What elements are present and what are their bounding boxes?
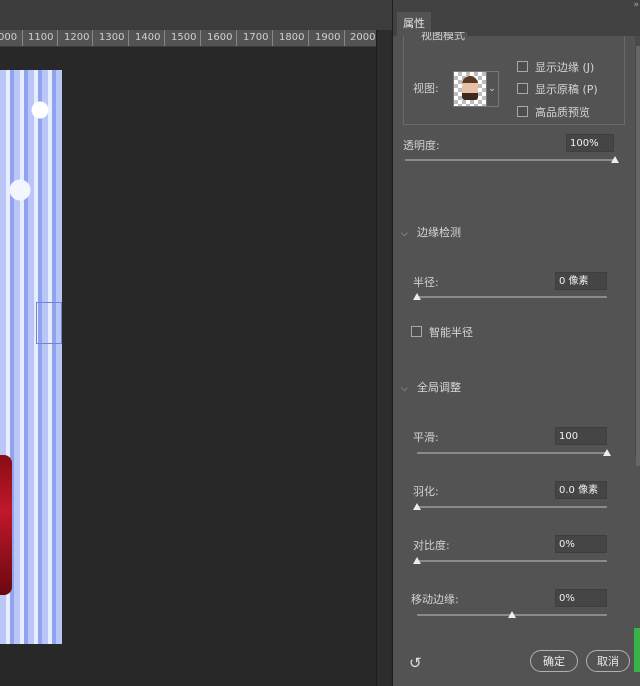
smooth-input[interactable]: 100 xyxy=(555,427,607,445)
hq-preview-checkbox[interactable] xyxy=(517,106,528,117)
ruler-label: 1100 xyxy=(28,32,54,43)
show-edge-checkbox-row[interactable]: 显示边缘 (J) xyxy=(517,59,594,75)
feather-label: 羽化: xyxy=(413,485,439,498)
ruler-label: 1500 xyxy=(171,32,197,43)
ruler-tick xyxy=(344,30,345,46)
reset-icon[interactable]: ↺ xyxy=(409,654,422,672)
radius-label: 半径: xyxy=(413,276,439,289)
view-label: 视图: xyxy=(413,82,439,95)
image-detail xyxy=(36,302,62,344)
opacity-label: 透明度: xyxy=(403,139,440,152)
smart-radius-checkbox[interactable] xyxy=(411,326,422,337)
ruler-tick xyxy=(164,30,165,46)
ruler-label: 1200 xyxy=(64,32,90,43)
ruler-label: 1800 xyxy=(279,32,305,43)
scrollbar-thumb[interactable] xyxy=(636,46,640,466)
document-canvas-image[interactable] xyxy=(0,70,62,644)
smart-radius-checkbox-row[interactable]: 智能半径 xyxy=(411,324,473,340)
ruler-tick xyxy=(308,30,309,46)
smooth-slider-track[interactable] xyxy=(417,452,607,454)
smooth-slider-thumb[interactable] xyxy=(603,449,611,456)
image-figure xyxy=(0,455,12,595)
shift-edge-input[interactable]: 0% xyxy=(555,589,607,607)
contrast-slider-thumb[interactable] xyxy=(413,557,421,564)
ruler-label: 1300 xyxy=(99,32,125,43)
properties-panel: 属性 » 视图模式 视图: ⌄ 显示边缘 (J) 显示原稿 (P) 高品质预览 … xyxy=(392,0,640,686)
panel-scrollbar[interactable] xyxy=(635,36,640,466)
global-refine-header[interactable]: ⌵ 全局调整 xyxy=(401,379,461,395)
radius-slider-track[interactable] xyxy=(417,296,607,298)
opacity-slider-track[interactable] xyxy=(405,159,615,161)
chevron-down-icon: ⌵ xyxy=(401,384,408,394)
cancel-button[interactable]: 取消 xyxy=(586,650,630,672)
smooth-label: 平滑: xyxy=(413,431,439,444)
ruler-tick xyxy=(57,30,58,46)
chevron-down-icon: ⌵ xyxy=(401,229,408,239)
ruler-tick xyxy=(128,30,129,46)
global-refine-title: 全局调整 xyxy=(417,381,461,394)
radius-input[interactable]: 0 像素 xyxy=(555,272,607,290)
view-mode-title: 视图模式 xyxy=(419,32,467,42)
chevron-down-icon[interactable]: ⌄ xyxy=(486,71,499,107)
top-toolbar xyxy=(0,0,392,30)
show-edge-label: 显示边缘 (J) xyxy=(535,61,595,74)
hq-preview-checkbox-row[interactable]: 高品质预览 xyxy=(517,104,590,120)
show-edge-checkbox[interactable] xyxy=(517,61,528,72)
ruler-tick xyxy=(22,30,23,46)
show-original-label: 显示原稿 (P) xyxy=(535,83,598,96)
ruler-label: 1400 xyxy=(135,32,161,43)
shift-edge-slider-thumb[interactable] xyxy=(508,611,516,618)
ruler-label: 2000 xyxy=(350,32,376,43)
contrast-input[interactable]: 0% xyxy=(555,535,607,553)
feather-slider-track[interactable] xyxy=(417,506,607,508)
ruler-tick xyxy=(272,30,273,46)
show-original-checkbox[interactable] xyxy=(517,83,528,94)
contrast-slider-track[interactable] xyxy=(417,560,607,562)
ruler-tick xyxy=(236,30,237,46)
feather-slider-thumb[interactable] xyxy=(413,503,421,510)
ruler-label: 1900 xyxy=(315,32,341,43)
ruler-tick xyxy=(200,30,201,46)
side-indicator xyxy=(634,628,640,672)
collapse-panel-icon[interactable]: » xyxy=(633,0,639,10)
ruler-label: 1600 xyxy=(207,32,233,43)
shift-edge-label: 移动边缘: xyxy=(411,593,459,606)
opacity-input[interactable]: 100% xyxy=(566,134,614,152)
smart-radius-label: 智能半径 xyxy=(429,326,473,339)
hq-preview-label: 高品质预览 xyxy=(535,106,590,119)
canvas-scrollbar[interactable] xyxy=(376,30,391,686)
opacity-slider-thumb[interactable] xyxy=(611,156,619,163)
feather-input[interactable]: 0.0 像素 xyxy=(555,481,607,499)
ruler-label: 1700 xyxy=(243,32,269,43)
ok-button[interactable]: 确定 xyxy=(530,650,578,672)
edge-detection-header[interactable]: ⌵ 边缘检测 xyxy=(401,224,461,240)
edge-detection-title: 边缘检测 xyxy=(417,226,461,239)
horizontal-ruler: 000 1100 1200 1300 1400 1500 1600 1700 1… xyxy=(0,30,376,47)
radius-slider-thumb[interactable] xyxy=(413,293,421,300)
contrast-label: 对比度: xyxy=(413,539,450,552)
view-mode-thumbnail[interactable] xyxy=(453,71,487,107)
ruler-tick xyxy=(92,30,93,46)
portrait-thumbnail-icon xyxy=(462,76,478,100)
show-original-checkbox-row[interactable]: 显示原稿 (P) xyxy=(517,81,598,97)
ruler-label: 000 xyxy=(0,32,18,43)
